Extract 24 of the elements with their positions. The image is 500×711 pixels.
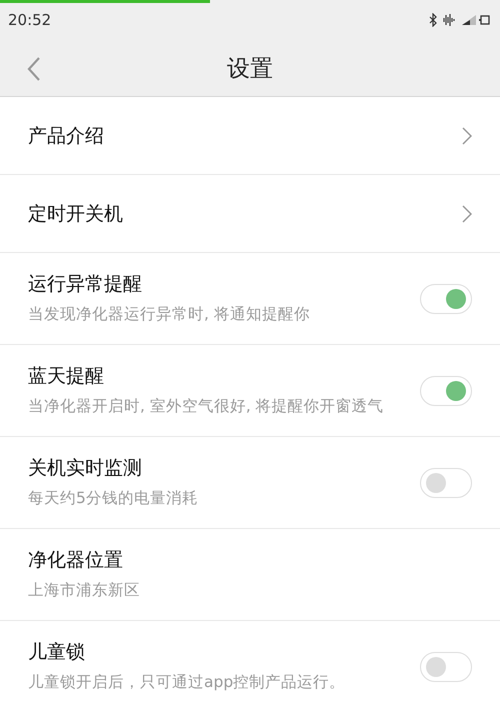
status-icons-drawing (428, 13, 492, 27)
status-time: 20:52 (8, 11, 52, 29)
row-description: 当发现净化器运行异常时, 将通知提醒你 (28, 304, 310, 326)
toggle-switch[interactable] (420, 468, 472, 498)
row-description: 每天约5分钱的电量消耗 (28, 488, 198, 510)
chevron-right-icon (462, 126, 472, 144)
row-title: 运行异常提醒 (28, 272, 143, 298)
settings-row[interactable]: 产品介绍 (0, 97, 500, 175)
toggle-switch[interactable] (420, 376, 472, 406)
row-title: 定时开关机 (28, 202, 123, 226)
row-description: 上海市浦东新区 (28, 580, 140, 602)
row-description: 当净化器开启时, 室外空气很好, 将提醒你开窗透气 (28, 396, 384, 418)
row-description: 儿童锁开启后，只可通过app控制产品运行。 (28, 672, 346, 694)
settings-row[interactable]: 定时开关机 (0, 175, 500, 253)
row-title: 儿童锁 (28, 640, 86, 666)
toggle-switch[interactable] (420, 284, 472, 314)
back-chevron-icon (27, 56, 41, 82)
row-title: 净化器位置 (28, 548, 124, 574)
row-title: 关机实时监测 (28, 456, 143, 482)
toggle-switch[interactable] (420, 652, 472, 682)
row-title: 产品介绍 (28, 124, 104, 148)
row-title: 蓝天提醒 (28, 364, 105, 390)
chevron-right-icon (462, 204, 472, 222)
screen-title: 设置 (227, 54, 273, 84)
